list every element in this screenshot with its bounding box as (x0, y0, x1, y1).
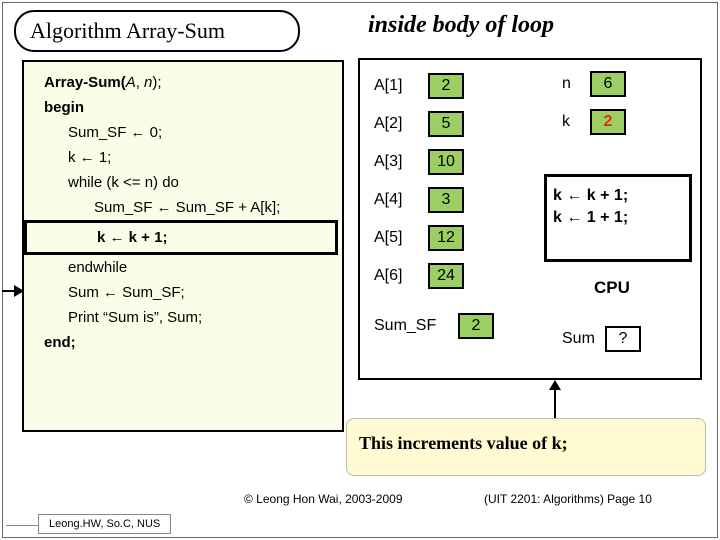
page-info: (UIT 2201: Algorithms) Page 10 (484, 492, 652, 506)
copyright: © Leong Hon Wai, 2003-2009 (244, 492, 403, 506)
callout-box: This increments value of k; (346, 418, 706, 476)
callout-text: This increments value of k; (359, 433, 568, 453)
array-label: A[1] (374, 77, 422, 95)
right-column: n 6 k 2 (562, 68, 626, 144)
pseudocode-box: Array-Sum(A, n); begin Sum_SF ← 0; k ← 1… (22, 60, 344, 432)
array-row: A[6] 24 (374, 260, 686, 292)
k-row: k 2 (562, 106, 626, 138)
author-connector (6, 525, 38, 526)
code-line-sum-final: Sum ← Sum_SF; (26, 280, 338, 305)
k-label: k (562, 113, 584, 131)
k-value: 2 (590, 109, 626, 135)
n-value: 6 (590, 71, 626, 97)
array-value: 10 (428, 149, 464, 175)
array-row: A[2] 5 (374, 108, 686, 140)
n-label: n (562, 75, 584, 93)
cpu-line2: k ← 1 + 1; (553, 207, 683, 229)
code-line-sumsf-init: Sum_SF ← 0; (26, 120, 338, 145)
array-value: 2 (428, 73, 464, 99)
code-line-sumsf-update: Sum_SF ← Sum_SF + A[k]; (26, 195, 338, 220)
array-label: A[2] (374, 115, 422, 133)
array-row: A[1] 2 (374, 70, 686, 102)
code-fn-signature: Array-Sum(A, n); (26, 70, 338, 95)
cpu-line1: k ← k + 1; (553, 185, 683, 207)
title-text: Algorithm Array-Sum (30, 18, 225, 43)
code-line-print: Print “Sum is”, Sum; (26, 305, 338, 330)
sum-label: Sum (562, 330, 595, 348)
code-line-endwhile: endwhile (26, 255, 338, 280)
array-value: 12 (428, 225, 464, 251)
fn-name: Array-Sum( (44, 74, 126, 91)
array-value: 5 (428, 111, 464, 137)
code-line-k-increment: k ← k + 1; (24, 220, 338, 255)
code-begin: begin (26, 95, 338, 120)
array-label: A[3] (374, 153, 422, 171)
sum-value: ? (605, 326, 641, 352)
array-label: A[6] (374, 267, 422, 285)
code-line-while: while (k <= n) do (26, 170, 338, 195)
author-text: Leong.HW, So.C, NUS (49, 518, 160, 530)
cpu-label: CPU (594, 278, 630, 298)
array-label: A[5] (374, 229, 422, 247)
code-line-k-init: k ← 1; (26, 145, 338, 170)
title-box: Algorithm Array-Sum (14, 10, 300, 52)
cpu-box: k ← k + 1; k ← 1 + 1; (544, 174, 692, 262)
array-value: 24 (428, 263, 464, 289)
subtitle: inside body of loop (368, 12, 554, 39)
author-box: Leong.HW, So.C, NUS (38, 514, 171, 534)
arg-A: A (126, 74, 136, 91)
sumsf-value: 2 (458, 313, 494, 339)
sum-row: Sum ? (562, 326, 641, 352)
n-row: n 6 (562, 68, 626, 100)
arrow-to-highlight-icon (2, 284, 22, 298)
array-label: A[4] (374, 191, 422, 209)
code-end: end; (26, 330, 338, 355)
array-value: 3 (428, 187, 464, 213)
callout-arrow-icon (554, 382, 556, 418)
sumsf-label: Sum_SF (374, 317, 452, 335)
